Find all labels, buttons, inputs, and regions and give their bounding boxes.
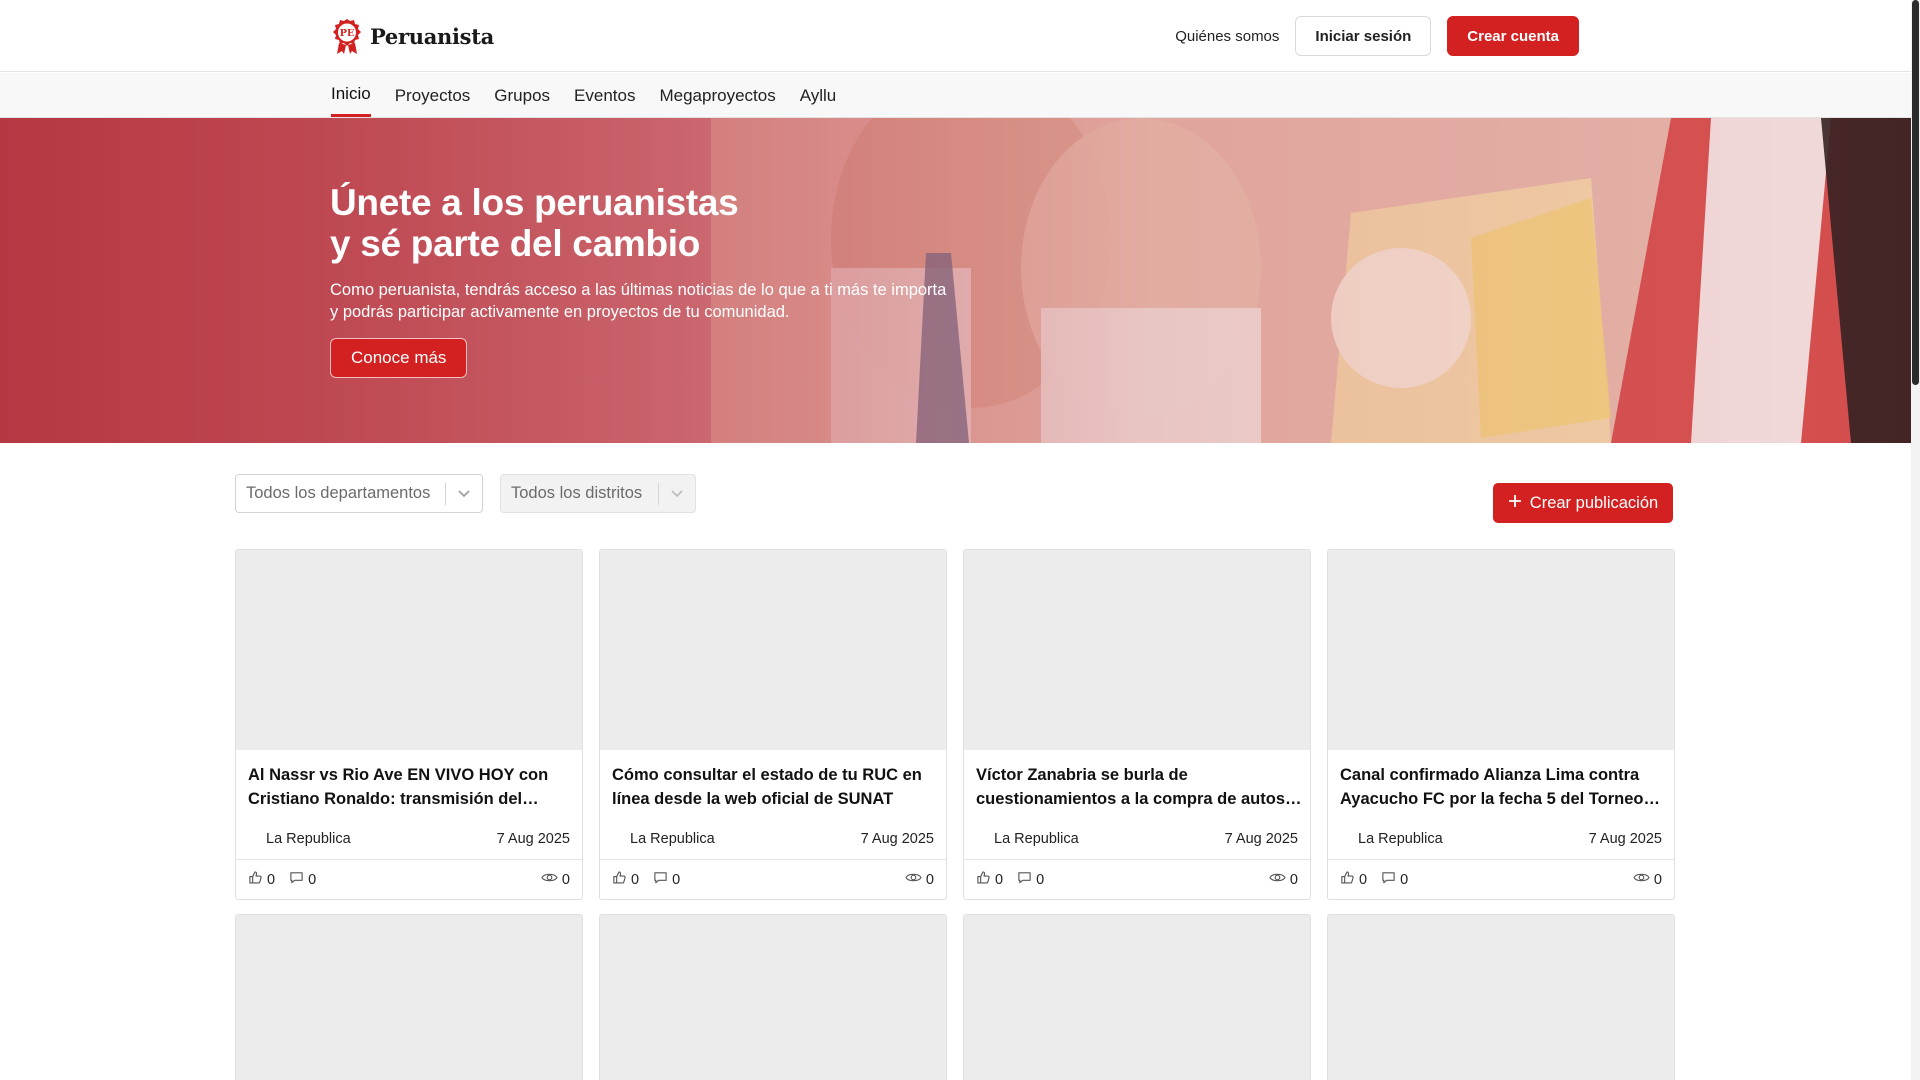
main-nav: Inicio Proyectos Grupos Eventos Megaproy… (0, 73, 1911, 118)
news-card[interactable] (235, 914, 583, 1080)
thumbs-up-icon (976, 870, 991, 889)
card-source: La Republica (976, 831, 1079, 847)
source-logo-icon (1340, 833, 1352, 845)
card-source: La Republica (248, 831, 351, 847)
card-image (1328, 915, 1674, 1080)
card-image (236, 915, 582, 1080)
comment-icon (1381, 870, 1396, 889)
hero-title: Únete a los peruanistas y sé parte del c… (330, 182, 739, 264)
views-count: 0 (1633, 870, 1662, 889)
card-stats: 000 (964, 859, 1310, 899)
card-date: 7 Aug 2025 (496, 831, 570, 847)
views-count: 0 (1269, 870, 1298, 889)
source-logo-icon (248, 833, 260, 845)
news-card[interactable]: Cómo consultar el estado de tu RUC en lí… (599, 549, 947, 900)
like-button[interactable]: 0 (612, 870, 639, 889)
comment-button[interactable]: 0 (653, 870, 680, 889)
card-image (1328, 550, 1674, 750)
card-image (964, 915, 1310, 1080)
nav-item-megaproyectos[interactable]: Megaproyectos (647, 73, 787, 118)
card-image (600, 550, 946, 750)
nav-item-ayllu[interactable]: Ayllu (788, 73, 849, 118)
source-logo-icon (976, 833, 988, 845)
learn-more-button[interactable]: Conoce más (330, 338, 468, 378)
brand[interactable]: PE Peruanista (330, 17, 494, 55)
views-count: 0 (905, 870, 934, 889)
page-scrollbar[interactable] (1911, 0, 1920, 1080)
login-button[interactable]: Iniciar sesión (1295, 16, 1432, 56)
like-button[interactable]: 0 (1340, 870, 1367, 889)
nav-item-proyectos[interactable]: Proyectos (383, 73, 483, 118)
card-stats: 000 (1328, 859, 1674, 899)
views-count: 0 (541, 870, 570, 889)
comment-icon (1017, 870, 1032, 889)
comment-button[interactable]: 0 (289, 870, 316, 889)
card-source: La Republica (1340, 831, 1443, 847)
create-post-button[interactable]: Crear publicación (1493, 483, 1673, 523)
eye-icon (1633, 870, 1650, 889)
thumbs-up-icon (248, 870, 263, 889)
nav-item-grupos[interactable]: Grupos (482, 73, 562, 118)
comment-button[interactable]: 0 (1017, 870, 1044, 889)
comment-icon (289, 870, 304, 889)
brand-name: Peruanista (370, 23, 494, 49)
peruanista-seal-icon: PE (330, 17, 364, 55)
plus-icon (1508, 494, 1522, 513)
header-actions: Quiénes somos Iniciar sesión Crear cuent… (1175, 16, 1579, 56)
card-title[interactable]: Víctor Zanabria se burla de cuestionamie… (976, 763, 1302, 811)
comment-button[interactable]: 0 (1381, 870, 1408, 889)
hero-description: Como peruanista, tendrás acceso a las úl… (330, 281, 947, 321)
card-stats: 000 (600, 859, 946, 899)
nav-item-inicio[interactable]: Inicio (331, 71, 383, 117)
scrollbar-thumb[interactable] (1912, 0, 1919, 385)
eye-icon (905, 870, 922, 889)
news-card[interactable]: Canal confirmado Alianza Lima contra Aya… (1327, 549, 1675, 900)
card-date: 7 Aug 2025 (860, 831, 934, 847)
comment-icon (653, 870, 668, 889)
card-stats: 000 (236, 859, 582, 899)
card-image (236, 550, 582, 750)
signup-button[interactable]: Crear cuenta (1447, 16, 1579, 56)
svg-text:PE: PE (340, 28, 354, 39)
eye-icon (541, 870, 558, 889)
card-image (964, 550, 1310, 750)
top-header: PE Peruanista Quiénes somos Iniciar sesi… (0, 0, 1911, 72)
department-select[interactable]: Todos los departamentos (235, 474, 483, 513)
news-card[interactable]: Al Nassr vs Rio Ave EN VIVO HOY con Cris… (235, 549, 583, 900)
card-image (600, 915, 946, 1080)
district-select[interactable]: Todos los distritos (500, 474, 696, 513)
card-date: 7 Aug 2025 (1588, 831, 1662, 847)
nav-item-eventos[interactable]: Eventos (562, 73, 647, 118)
thumbs-up-icon (1340, 870, 1355, 889)
news-card[interactable] (963, 914, 1311, 1080)
like-button[interactable]: 0 (248, 870, 275, 889)
source-logo-icon (612, 833, 624, 845)
news-card[interactable]: Víctor Zanabria se burla de cuestionamie… (963, 549, 1311, 900)
eye-icon (1269, 870, 1286, 889)
card-title[interactable]: Canal confirmado Alianza Lima contra Aya… (1340, 763, 1666, 811)
thumbs-up-icon (612, 870, 627, 889)
news-card[interactable] (1327, 914, 1675, 1080)
card-source: La Republica (612, 831, 715, 847)
about-link[interactable]: Quiénes somos (1175, 28, 1279, 45)
like-button[interactable]: 0 (976, 870, 1003, 889)
chevron-down-icon (659, 475, 695, 512)
card-title[interactable]: Cómo consultar el estado de tu RUC en lí… (612, 763, 938, 811)
card-date: 7 Aug 2025 (1224, 831, 1298, 847)
news-card[interactable] (599, 914, 947, 1080)
hero-banner: Únete a los peruanistas y sé parte del c… (0, 118, 1911, 443)
chevron-down-icon (446, 475, 482, 512)
card-title[interactable]: Al Nassr vs Rio Ave EN VIVO HOY con Cris… (248, 763, 574, 811)
